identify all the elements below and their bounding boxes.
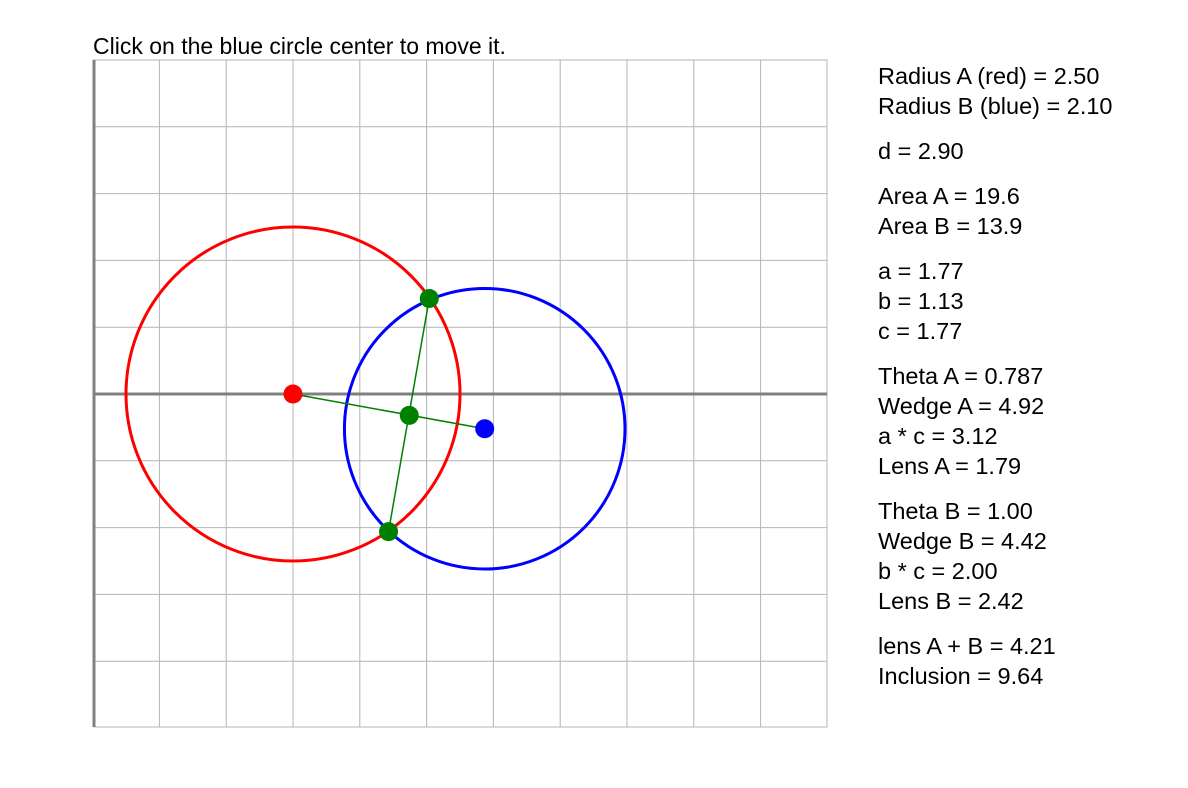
readout-line: Lens A = 1.79 — [878, 453, 1022, 479]
readout-line: Area A = 19.6 — [878, 183, 1020, 209]
readout-line: Wedge B = 4.42 — [878, 528, 1047, 554]
readout-line: lens A + B = 4.21 — [878, 633, 1056, 659]
readout-line: Theta B = 1.00 — [878, 498, 1033, 524]
circle-b-center-handle[interactable] — [475, 419, 495, 439]
readout-line: c = 1.77 — [878, 318, 963, 344]
readout-group: Theta B = 1.00 Wedge B = 4.42 b * c = 2.00… — [878, 496, 1178, 616]
readout-line: d = 2.90 — [878, 138, 964, 164]
readout-line: Lens B = 2.42 — [878, 588, 1024, 614]
circle-a-center-point — [283, 384, 303, 404]
readout-line: a * c = 3.12 — [878, 423, 998, 449]
readout-line: Inclusion = 9.64 — [878, 663, 1044, 689]
chord-midpoint — [399, 405, 419, 425]
readout-line: Wedge A = 4.92 — [878, 393, 1045, 419]
readout-line: b = 1.13 — [878, 288, 964, 314]
intersection-point-upper — [419, 288, 439, 308]
readout-line: Theta A = 0.787 — [878, 363, 1044, 389]
readout-group: d = 2.90 — [878, 136, 1178, 166]
measurements-panel: Radius A (red) = 2.50 Radius B (blue) = 2… — [878, 61, 1178, 706]
readout-line: b * c = 2.00 — [878, 558, 998, 584]
readout-group: Theta A = 0.787 Wedge A = 4.92 a * c = 3.1… — [878, 361, 1178, 481]
readout-group: a = 1.77 b = 1.13 c = 1.77 — [878, 256, 1178, 346]
readout-group: lens A + B = 4.21 Inclusion = 9.64 — [878, 631, 1178, 691]
intersection-point-lower — [379, 522, 399, 542]
readout-line: Radius B (blue) = 2.10 — [878, 93, 1113, 119]
readout-group: Radius A (red) = 2.50 Radius B (blue) = 2… — [878, 61, 1178, 121]
readout-line: Radius A (red) = 2.50 — [878, 63, 1100, 89]
readout-line: a = 1.77 — [878, 258, 964, 284]
readout-group: Area A = 19.6 Area B = 13.9 — [878, 181, 1178, 241]
readout-line: Area B = 13.9 — [878, 213, 1023, 239]
